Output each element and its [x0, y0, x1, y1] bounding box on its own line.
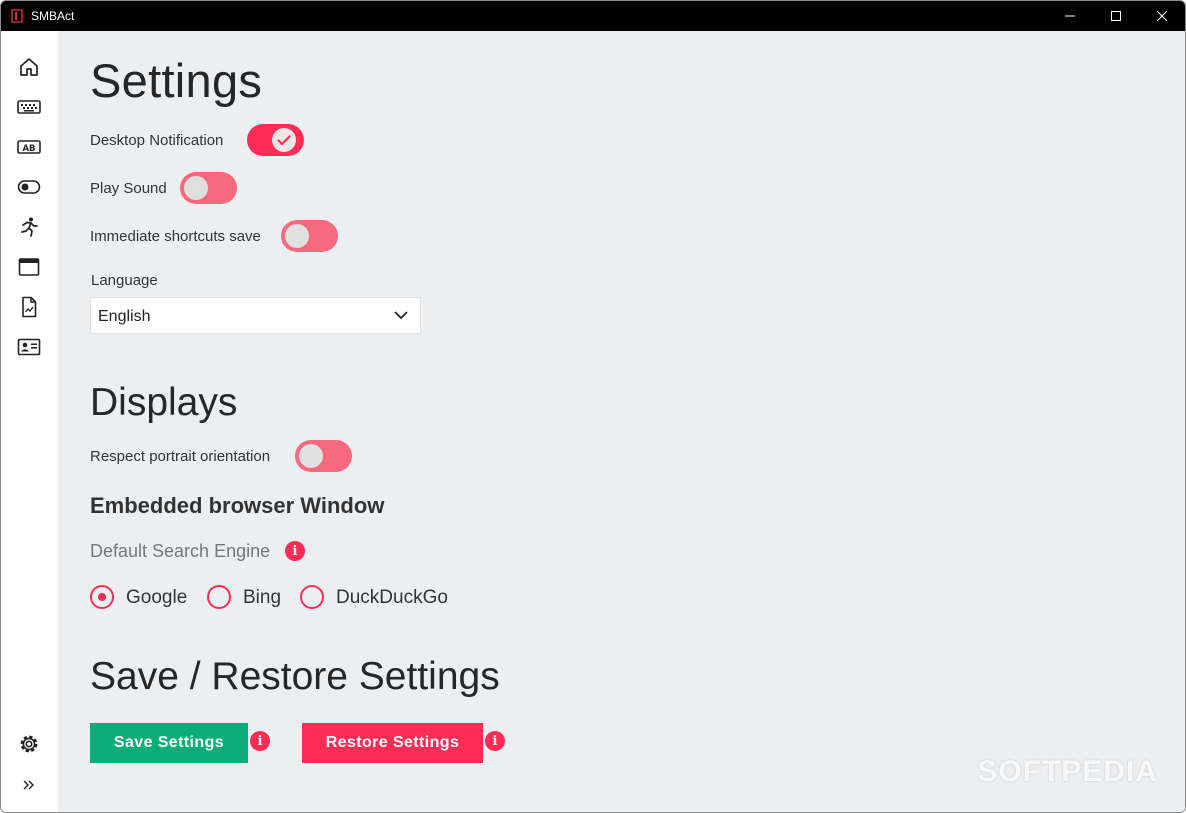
sidebar-item-text[interactable]: AB — [17, 135, 41, 159]
text-ab-icon: AB — [17, 140, 41, 154]
default-search-engine-label: Default Search Engine — [90, 541, 271, 561]
radio-bing-label[interactable]: Bing — [243, 587, 281, 609]
sidebar-item-browser[interactable] — [17, 255, 41, 279]
language-selected-value: English — [98, 308, 151, 325]
portrait-orientation-label: Respect portrait orientation — [90, 448, 271, 465]
keyboard-icon — [17, 100, 41, 114]
toggle-icon — [17, 180, 41, 194]
search-engine-info-icon[interactable]: i — [285, 541, 305, 561]
sidebar-item-home[interactable] — [17, 55, 41, 79]
sidebar-item-keyboard[interactable] — [17, 95, 41, 119]
save-settings-button[interactable]: Save Settings — [90, 723, 248, 763]
immediate-save-label: Immediate shortcuts save — [90, 228, 261, 245]
restore-settings-button[interactable]: Restore Settings — [302, 723, 483, 763]
settings-content: Settings Desktop Notification Play Sound… — [58, 31, 1185, 812]
embedded-browser-heading: Embedded browser Window — [90, 493, 385, 518]
browser-window-icon — [18, 258, 40, 276]
close-button[interactable] — [1139, 1, 1185, 31]
expand-chevrons-icon — [23, 780, 34, 790]
settings-heading: Settings — [90, 54, 263, 107]
language-dropdown[interactable]: English — [90, 297, 421, 334]
displays-heading: Displays — [90, 381, 238, 424]
immediate-save-toggle[interactable] — [281, 220, 338, 252]
play-sound-label: Play Sound — [90, 180, 167, 197]
document-chart-icon — [22, 296, 37, 318]
sidebar-item-reports[interactable] — [17, 295, 41, 319]
softpedia-watermark: SOFTPEDIA — [977, 755, 1158, 788]
sidebar-item-settings[interactable] — [17, 732, 41, 756]
sidebar-item-automation[interactable] — [17, 215, 41, 239]
sidebar: AB — [1, 31, 58, 812]
radio-bing[interactable] — [207, 585, 231, 609]
app-window: SMBAct AB Settings Desktop Notification … — [0, 0, 1186, 813]
save-restore-heading: Save / Restore Settings — [90, 655, 500, 698]
maximize-button[interactable] — [1093, 1, 1139, 31]
window-title: SMBAct — [31, 9, 75, 23]
title-bar[interactable]: SMBAct — [1, 1, 1185, 31]
play-sound-toggle[interactable] — [180, 172, 237, 204]
app-logo-icon — [11, 9, 23, 23]
restore-info-icon[interactable]: i — [485, 731, 505, 751]
close-icon — [1157, 11, 1167, 21]
expand-sidebar-button[interactable] — [17, 773, 41, 797]
check-icon — [277, 134, 291, 145]
radio-google[interactable] — [90, 585, 114, 609]
portrait-orientation-toggle[interactable] — [295, 440, 352, 472]
save-info-icon[interactable]: i — [250, 731, 270, 751]
minimize-icon — [1065, 15, 1075, 17]
language-label: Language — [91, 272, 158, 289]
gear-icon — [20, 735, 38, 753]
desktop-notification-toggle[interactable] — [247, 124, 304, 156]
radio-google-label[interactable]: Google — [126, 587, 187, 609]
minimize-button[interactable] — [1047, 1, 1093, 31]
radio-duckduckgo[interactable] — [300, 585, 324, 609]
svg-text:AB: AB — [22, 144, 35, 154]
radio-duckduckgo-label[interactable]: DuckDuckGo — [336, 587, 448, 609]
contact-card-icon — [17, 338, 41, 356]
desktop-notification-label: Desktop Notification — [90, 132, 224, 149]
maximize-icon — [1111, 11, 1121, 21]
sidebar-item-contacts[interactable] — [17, 335, 41, 359]
running-person-icon — [21, 217, 38, 237]
sidebar-item-toggle[interactable] — [17, 175, 41, 199]
home-icon — [20, 58, 38, 76]
chevron-down-icon — [394, 311, 408, 320]
